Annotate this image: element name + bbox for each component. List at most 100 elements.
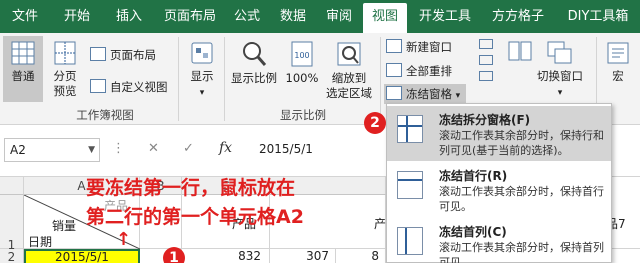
zoom-selection-icon xyxy=(337,42,361,66)
freeze-top-row-icon xyxy=(397,171,423,199)
tab-data[interactable]: 数据 xyxy=(272,0,314,33)
menu-item-desc: 滚动工作表其余部分时，保持行和列可见(基于当前的选择)。 xyxy=(439,129,604,157)
tab-fangfang[interactable]: 方方格子 xyxy=(484,0,552,33)
annotation-line-1: 要冻结第一行，鼠标放在 xyxy=(86,177,296,199)
show-button[interactable]: 显示 ▾ xyxy=(184,40,220,101)
name-box-value: A2 xyxy=(10,143,26,157)
macro-icon xyxy=(607,42,629,64)
instruction-annotation: 要冻结第一行，鼠标放在 第二行的第一个单元格A2 xyxy=(86,174,304,232)
macro-label: 宏 xyxy=(612,69,624,83)
select-all-corner[interactable] xyxy=(0,177,24,195)
menu-item-title: 冻结首列(C) xyxy=(439,225,507,239)
insert-function-icon[interactable]: fx xyxy=(219,140,232,156)
name-box[interactable]: A2 ▼ xyxy=(4,138,100,162)
zoom-100-icon: 100 xyxy=(291,41,313,67)
formula-bar-separator: ⋮ xyxy=(112,141,125,156)
up-arrow-icon: ↑ xyxy=(116,229,132,250)
tab-review[interactable]: 审阅 xyxy=(318,0,360,33)
chevron-down-icon: ▾ xyxy=(455,91,461,101)
zoom-selection-label-2: 选定区域 xyxy=(326,86,372,100)
enter-icon[interactable]: ✓ xyxy=(183,141,194,156)
cell-d1-value: 产 xyxy=(374,217,387,231)
cell-a2[interactable]: 2015/5/1 xyxy=(24,249,140,263)
macros-button[interactable]: 宏 xyxy=(600,40,636,84)
workbook-views-group-label: 工作簿视图 xyxy=(76,108,134,122)
split-icon xyxy=(479,39,493,49)
freeze-panes-icon xyxy=(386,86,402,100)
zoom-to-selection-button[interactable]: 缩放到 选定区域 xyxy=(322,40,376,101)
hide-icon xyxy=(479,55,493,65)
arrange-all-icon xyxy=(386,63,402,77)
show-icon xyxy=(191,42,213,64)
ribbon-separator xyxy=(224,37,225,121)
cell-a1-date: 日期 xyxy=(28,235,53,249)
custom-views-label: 自定义视图 xyxy=(110,80,168,94)
new-window-label: 新建窗口 xyxy=(406,40,452,54)
freeze-panes-label: 冻结窗格 xyxy=(406,87,452,101)
chevron-down-icon[interactable]: ▼ xyxy=(88,139,95,161)
normal-view-button[interactable]: 普通 xyxy=(3,36,43,102)
tab-formulas[interactable]: 公式 xyxy=(226,0,268,33)
freeze-panes-menu: 冻结拆分窗格(F) 滚动工作表其余部分时，保持行和列可见(基于当前的选择)。 冻… xyxy=(386,103,612,263)
row-header-2[interactable]: 2 xyxy=(0,249,24,263)
menu-item-freeze-top-row[interactable]: 冻结首行(R) 滚动工作表其余部分时，保持首行可见。 xyxy=(387,162,611,217)
switch-window-button[interactable]: 切换窗口 ▾ xyxy=(530,40,590,101)
cancel-icon[interactable]: ✕ xyxy=(148,141,159,156)
freeze-first-column-icon xyxy=(397,227,423,255)
menu-item-title: 冻结拆分窗格(F) xyxy=(439,113,531,127)
cell-d2[interactable]: 307 xyxy=(270,249,336,263)
row-header-1[interactable]: 1 xyxy=(0,195,24,252)
normal-view-label: 普通 xyxy=(11,69,35,83)
tab-insert[interactable]: 插入 xyxy=(106,0,152,33)
show-label: 显示 xyxy=(190,69,214,83)
ribbon-separator xyxy=(380,37,381,121)
zoom-magnifier-icon xyxy=(243,42,267,66)
ribbon-separator xyxy=(178,37,179,121)
tab-home[interactable]: 开始 xyxy=(54,0,100,33)
cell-e2[interactable]: 8 xyxy=(336,249,386,263)
page-break-label-1: 分页 xyxy=(53,69,77,83)
freeze-panes-icon xyxy=(397,115,423,143)
normal-view-icon xyxy=(11,41,35,65)
unhide-icon xyxy=(479,71,493,81)
page-break-icon xyxy=(54,41,76,65)
tab-file[interactable]: 文件 xyxy=(2,0,48,33)
step-2-badge: 2 xyxy=(364,112,386,134)
arrange-all-button[interactable]: 全部重排 xyxy=(386,61,452,81)
page-layout-button[interactable]: 页面布局 xyxy=(90,45,156,65)
menu-item-desc: 滚动工作表其余部分时，保持首行可见。 xyxy=(439,185,604,213)
tab-page-layout[interactable]: 页面布局 xyxy=(156,0,224,33)
formula-input[interactable]: 2015/5/1 xyxy=(259,142,313,156)
freeze-panes-button[interactable]: 冻结窗格 ▾ xyxy=(384,84,467,104)
menu-item-title: 冻结首行(R) xyxy=(439,169,508,183)
zoom-group-label: 显示比例 xyxy=(280,108,326,122)
zoom-label: 显示比例 xyxy=(231,71,277,85)
svg-text:100: 100 xyxy=(294,51,309,60)
switch-window-label: 切换窗口 xyxy=(537,69,583,83)
zoom-100-label: 100% xyxy=(285,71,319,85)
split-button[interactable] xyxy=(477,37,495,87)
new-window-icon xyxy=(386,39,402,53)
annotation-line-2: 第二行的第一个单元格A2 xyxy=(86,206,304,228)
new-window-button[interactable]: 新建窗口 xyxy=(386,37,452,57)
custom-views-button[interactable]: 自定义视图 xyxy=(90,77,168,97)
tab-diy-toolbox[interactable]: DIY工具箱 xyxy=(556,0,640,33)
menu-item-freeze-first-column[interactable]: 冻结首列(C) 滚动工作表其余部分时，保持首列可见。 xyxy=(387,218,611,263)
page-break-label-2: 预览 xyxy=(53,84,77,98)
cell-a1-sales: 销量 xyxy=(52,219,77,233)
menu-item-desc: 滚动工作表其余部分时，保持首列可见。 xyxy=(439,241,604,263)
cell-c2[interactable]: 832 xyxy=(182,249,270,263)
zoom-selection-label-1: 缩放到 xyxy=(331,71,367,85)
switch-window-icon xyxy=(547,41,572,64)
custom-views-icon xyxy=(90,79,106,93)
step-1-badge: 1 xyxy=(163,247,185,263)
menu-item-freeze-panes[interactable]: 冻结拆分窗格(F) 滚动工作表其余部分时，保持行和列可见(基于当前的选择)。 xyxy=(387,106,611,161)
page-layout-label: 页面布局 xyxy=(110,48,156,62)
zoom-100-button[interactable]: 100 100% xyxy=(284,40,320,86)
page-break-preview-button[interactable]: 分页 预览 xyxy=(47,40,83,99)
ribbon-tab-bar: 文件 开始 插入 页面布局 公式 数据 审阅 视图 开发工具 方方格子 DIY工… xyxy=(0,0,640,33)
tab-developer[interactable]: 开发工具 xyxy=(412,0,478,33)
zoom-button[interactable]: 显示比例 xyxy=(228,40,280,86)
arrange-all-label: 全部重排 xyxy=(406,64,452,78)
tab-view[interactable]: 视图 xyxy=(363,3,407,33)
